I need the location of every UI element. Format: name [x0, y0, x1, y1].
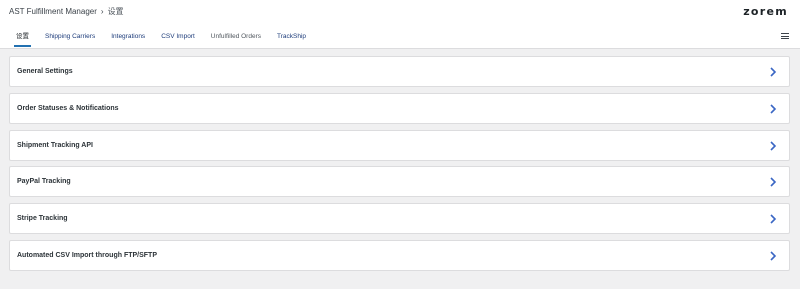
- tab-list: 设置 Shipping Carriers Integrations CSV Im…: [8, 26, 314, 48]
- breadcrumb-parent-link[interactable]: AST Fulfillment Manager: [9, 7, 97, 17]
- section-title: Shipment Tracking API: [17, 141, 93, 149]
- top-header: AST Fulfillment Manager › 设置 zorem: [0, 0, 800, 26]
- tab-unfulfilled-orders[interactable]: Unfulfilled Orders: [203, 26, 269, 48]
- tab-bar: 设置 Shipping Carriers Integrations CSV Im…: [0, 26, 800, 49]
- tab-settings[interactable]: 设置: [8, 26, 37, 48]
- section-order-statuses-notifications[interactable]: Order Statuses & Notifications: [9, 92, 790, 124]
- chevron-right-icon[interactable]: [769, 104, 777, 114]
- tab-shipping-carriers[interactable]: Shipping Carriers: [37, 26, 103, 48]
- section-title: PayPal Tracking: [17, 178, 71, 186]
- section-stripe-tracking[interactable]: Stripe Tracking: [9, 203, 790, 235]
- breadcrumb-separator-icon: ›: [100, 7, 104, 16]
- section-title: Stripe Tracking: [17, 215, 68, 223]
- settings-sections: General Settings Order Statuses & Notifi…: [9, 56, 790, 277]
- breadcrumb: AST Fulfillment Manager › 设置: [9, 7, 124, 17]
- chevron-right-icon[interactable]: [769, 177, 777, 187]
- chevron-right-icon[interactable]: [769, 67, 777, 77]
- chevron-right-icon[interactable]: [769, 214, 777, 224]
- section-title: General Settings: [17, 68, 73, 75]
- tab-integrations[interactable]: Integrations: [103, 26, 153, 48]
- section-title: Order Statuses & Notifications: [17, 104, 119, 112]
- section-general-settings[interactable]: General Settings: [9, 56, 790, 87]
- section-paypal-tracking[interactable]: PayPal Tracking: [9, 166, 790, 198]
- tab-trackship[interactable]: TrackShip: [269, 26, 314, 48]
- tab-csv-import[interactable]: CSV Import: [153, 26, 203, 48]
- section-automated-csv-import[interactable]: Automated CSV Import through FTP/SFTP: [9, 239, 790, 271]
- section-shipment-tracking-api[interactable]: Shipment Tracking API: [9, 129, 790, 161]
- hamburger-menu-icon[interactable]: [781, 32, 789, 40]
- section-title: Automated CSV Import through FTP/SFTP: [17, 251, 157, 259]
- chevron-right-icon[interactable]: [769, 251, 777, 261]
- breadcrumb-current: 设置: [107, 7, 124, 16]
- chevron-right-icon[interactable]: [769, 141, 777, 151]
- zorem-logo: zorem: [743, 5, 788, 18]
